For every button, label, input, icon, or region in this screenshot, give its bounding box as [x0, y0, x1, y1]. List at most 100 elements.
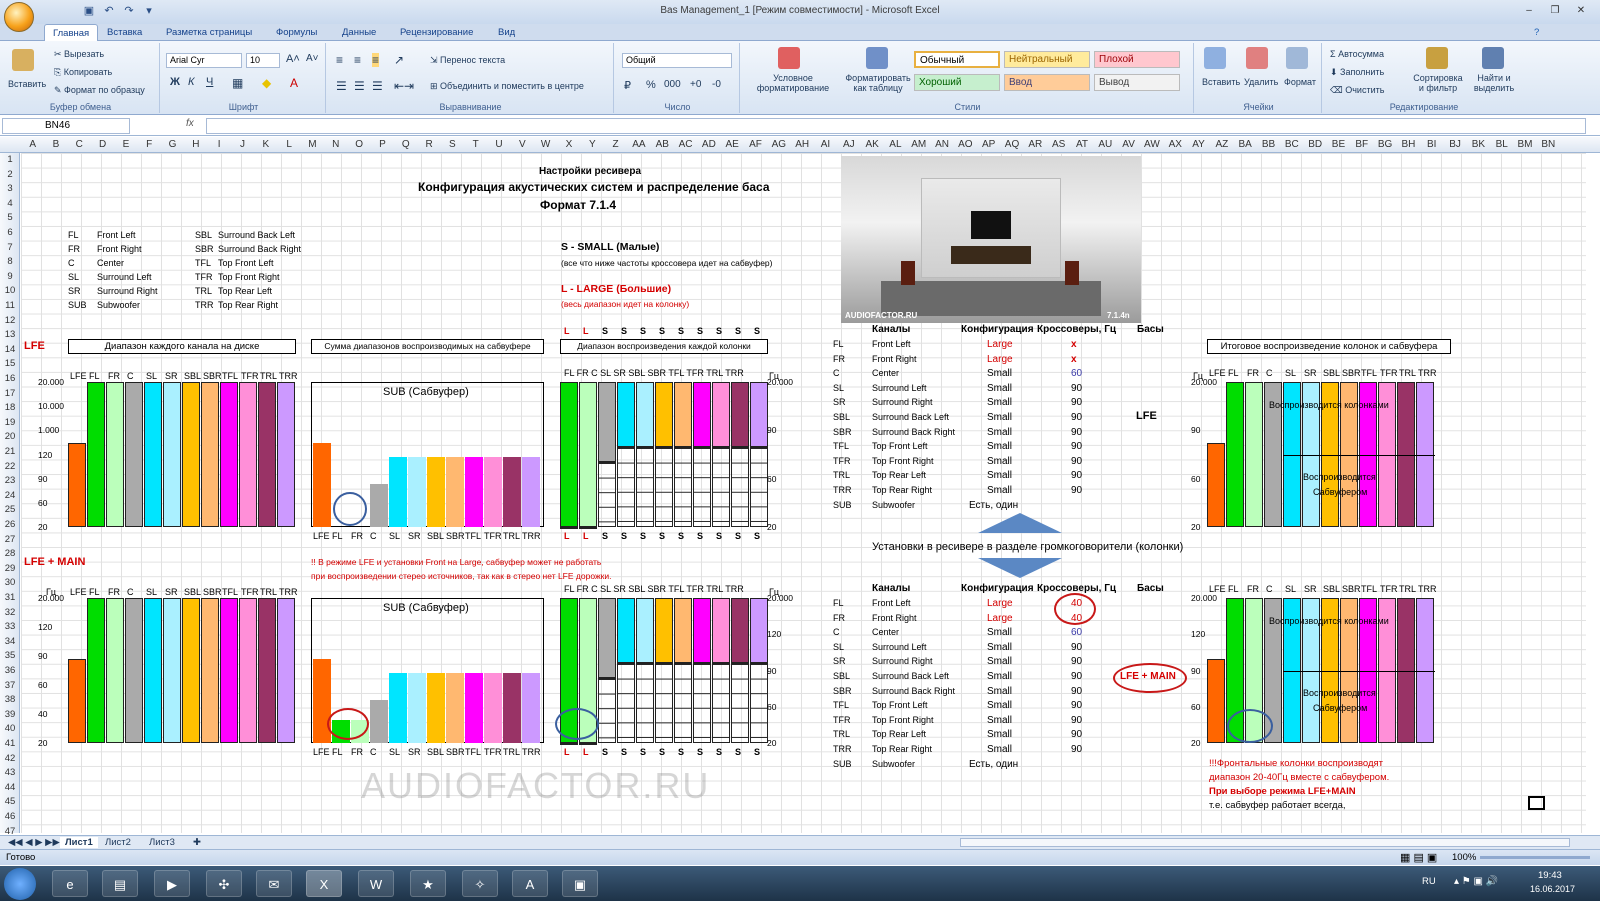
column-header-u[interactable]: U — [487, 139, 510, 150]
column-header-h[interactable]: H — [184, 139, 207, 150]
delete-cells-button[interactable]: Удалить — [1244, 77, 1278, 87]
name-box[interactable]: BN46 — [2, 118, 130, 134]
find-select-icon[interactable] — [1482, 47, 1504, 69]
row-header-25[interactable]: 25 — [0, 504, 20, 515]
insert-function-icon[interactable]: fx — [186, 118, 194, 129]
app-icon-2[interactable]: ✉ — [256, 870, 292, 897]
column-header-bd[interactable]: BD — [1304, 139, 1327, 150]
wrap-text-button[interactable]: ⇲ Перенос текста — [430, 55, 505, 66]
column-header-k[interactable]: K — [254, 139, 277, 150]
align-left-icon[interactable]: ☰ — [336, 79, 347, 93]
sort-filter-button[interactable]: Сортировка и фильтр — [1410, 73, 1466, 93]
row-header-32[interactable]: 32 — [0, 607, 20, 618]
ie-icon[interactable]: e — [52, 870, 88, 897]
column-header-au[interactable]: AU — [1094, 139, 1117, 150]
app-icon-3[interactable]: ★ — [410, 870, 446, 897]
start-button[interactable] — [4, 868, 36, 900]
row-header-28[interactable]: 28 — [0, 548, 20, 559]
column-header-e[interactable]: E — [114, 139, 137, 150]
row-header-42[interactable]: 42 — [0, 753, 20, 764]
column-header-w[interactable]: W — [534, 139, 557, 150]
row-header-1[interactable]: 1 — [0, 154, 20, 165]
worksheet-grid[interactable]: Настройки ресивера Конфигурация акустиче… — [21, 153, 1586, 833]
column-header-bk[interactable]: BK — [1467, 139, 1490, 150]
column-header-bh[interactable]: BH — [1397, 139, 1420, 150]
office-button[interactable] — [4, 2, 34, 32]
column-header-bf[interactable]: BF — [1350, 139, 1373, 150]
fill-color-icon[interactable]: ◆ — [262, 76, 271, 90]
column-header-ap[interactable]: AP — [977, 139, 1000, 150]
tab-insert[interactable]: Вставка — [107, 27, 142, 38]
row-header-13[interactable]: 13 — [0, 329, 20, 340]
column-header-am[interactable]: AM — [907, 139, 930, 150]
column-header-y[interactable]: Y — [581, 139, 604, 150]
font-size-select[interactable]: 10 — [246, 53, 280, 68]
row-header-41[interactable]: 41 — [0, 738, 20, 749]
column-header-m[interactable]: M — [301, 139, 324, 150]
paste-button[interactable]: Вставить — [8, 79, 46, 89]
tab-formulas[interactable]: Формулы — [276, 27, 317, 38]
style-output[interactable]: Вывод — [1094, 74, 1180, 91]
column-header-r[interactable]: R — [417, 139, 440, 150]
increase-decimal-icon[interactable]: +0 — [690, 79, 701, 90]
align-center-icon[interactable]: ☰ — [354, 79, 365, 93]
sheet-tab-1[interactable]: Лист1 — [60, 837, 98, 848]
align-bottom-icon[interactable]: ≡ — [372, 53, 380, 67]
column-header-f[interactable]: F — [138, 139, 161, 150]
sheet-tab-2[interactable]: Лист2 — [105, 837, 131, 848]
row-header-14[interactable]: 14 — [0, 344, 20, 355]
tab-review[interactable]: Рецензирование — [400, 27, 473, 38]
column-header-ac[interactable]: AC — [674, 139, 697, 150]
font-name-select[interactable]: Arial Cyr — [166, 53, 242, 68]
redo-icon[interactable]: ↷ — [122, 4, 136, 18]
column-header-ar[interactable]: AR — [1024, 139, 1047, 150]
style-bad[interactable]: Плохой — [1094, 51, 1180, 68]
new-sheet-icon[interactable]: ✚ — [193, 837, 201, 848]
style-input[interactable]: Ввод — [1004, 74, 1090, 91]
column-header-s[interactable]: S — [441, 139, 464, 150]
tab-data[interactable]: Данные — [342, 27, 376, 38]
column-header-l[interactable]: L — [278, 139, 301, 150]
row-header-18[interactable]: 18 — [0, 402, 20, 413]
clear-button[interactable]: ⌫ Очистить — [1330, 85, 1384, 96]
decrease-decimal-icon[interactable]: -0 — [712, 79, 721, 90]
column-header-b[interactable]: B — [44, 139, 67, 150]
tray-icons[interactable]: ▴ ⚑ ▣ 🔊 — [1454, 876, 1498, 887]
insert-cells-button[interactable]: Вставить — [1202, 77, 1240, 87]
copy-button[interactable]: ⎘ Копировать — [54, 67, 112, 78]
formula-input[interactable] — [206, 118, 1586, 134]
pdf-icon[interactable]: A — [512, 870, 548, 897]
format-cells-icon[interactable] — [1286, 47, 1308, 69]
shrink-font-icon[interactable]: A˅ — [306, 53, 319, 64]
cut-button[interactable]: ✂ Вырезать — [54, 49, 104, 60]
column-header-ax[interactable]: AX — [1164, 139, 1187, 150]
row-header-37[interactable]: 37 — [0, 680, 20, 691]
row-header-10[interactable]: 10 — [0, 285, 20, 296]
column-header-ah[interactable]: AH — [791, 139, 814, 150]
column-header-ai[interactable]: AI — [814, 139, 837, 150]
column-header-v[interactable]: V — [511, 139, 534, 150]
column-header-z[interactable]: Z — [604, 139, 627, 150]
row-header-5[interactable]: 5 — [0, 212, 20, 223]
row-header-29[interactable]: 29 — [0, 563, 20, 574]
column-header-bm[interactable]: BM — [1513, 139, 1536, 150]
row-header-23[interactable]: 23 — [0, 475, 20, 486]
column-header-bi[interactable]: BI — [1420, 139, 1443, 150]
media-player-icon[interactable]: ▶ — [154, 870, 190, 897]
column-header-aj[interactable]: AJ — [837, 139, 860, 150]
row-header-33[interactable]: 33 — [0, 621, 20, 632]
style-normal[interactable]: Обычный — [914, 51, 1000, 68]
row-header-34[interactable]: 34 — [0, 636, 20, 647]
format-painter-button[interactable]: ✎ Формат по образцу — [54, 85, 145, 96]
column-header-ag[interactable]: AG — [767, 139, 790, 150]
style-good[interactable]: Хороший — [914, 74, 1000, 91]
column-header-d[interactable]: D — [91, 139, 114, 150]
column-header-ak[interactable]: AK — [860, 139, 883, 150]
column-header-q[interactable]: Q — [394, 139, 417, 150]
style-neutral[interactable]: Нейтральный — [1004, 51, 1090, 68]
row-header-8[interactable]: 8 — [0, 256, 20, 267]
orientation-icon[interactable]: ↗ — [394, 53, 404, 67]
column-header-x[interactable]: X — [557, 139, 580, 150]
row-header-21[interactable]: 21 — [0, 446, 20, 457]
horizontal-scrollbar[interactable] — [960, 838, 1570, 847]
